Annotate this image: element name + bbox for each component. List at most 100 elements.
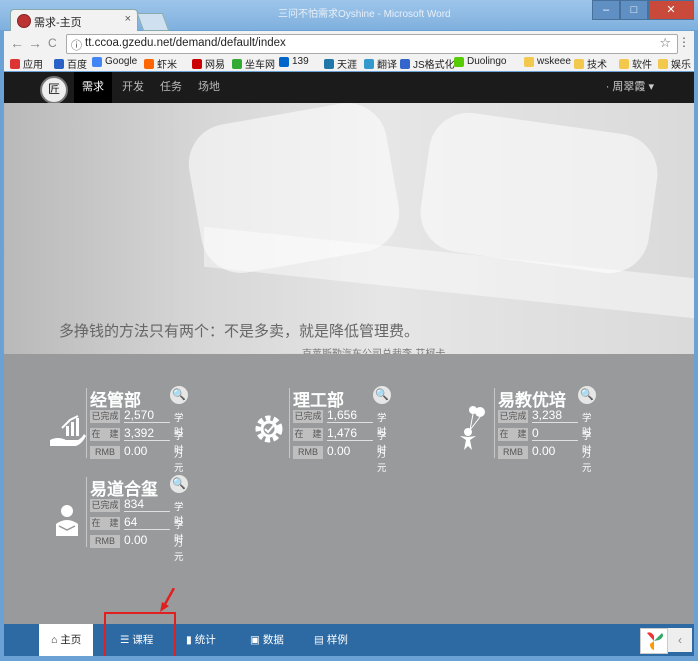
folder-icon [574, 58, 584, 69]
divider [327, 440, 373, 441]
home-icon: ⌂ [51, 634, 58, 646]
bookmark-label: wskeee [537, 56, 571, 67]
close-button[interactable]: ✕ [648, 0, 694, 20]
bookmark-label: 娱乐 [671, 60, 691, 71]
divider [124, 422, 170, 423]
browser-menu-icon[interactable]: ⋮ [678, 35, 690, 49]
info-icon[interactable]: ⓘ [71, 37, 82, 53]
folder-icon [524, 56, 534, 67]
tab-title: 需求-主页 [34, 17, 82, 29]
divider [532, 440, 578, 441]
bottom-nav-label: 主页 [60, 634, 82, 646]
gear-icon [252, 412, 286, 451]
maximize-button[interactable]: □ [620, 0, 648, 20]
bookmark-label: Duolingo [467, 56, 507, 67]
search-icon[interactable]: 🔍 [170, 475, 188, 493]
divider [86, 477, 87, 547]
hand-chart-icon [48, 414, 88, 455]
stat-value: 1,476 [327, 426, 358, 440]
search-icon[interactable]: 🔍 [170, 386, 188, 404]
bookmark-label: 技术 [587, 60, 607, 71]
bookmark-item[interactable]: 娱乐 [658, 56, 691, 71]
back-button[interactable]: ← [10, 35, 24, 51]
stat-value: 834 [124, 497, 145, 511]
user-menu[interactable]: · 周翠霞 ▾ [606, 72, 654, 103]
stat-label: 在 建 [90, 517, 120, 530]
stat-label: RMB [293, 446, 323, 459]
bookmark-favicon-icon [364, 58, 374, 69]
bookmark-item[interactable]: JS格式化 [400, 56, 455, 71]
bookmark-label: JS格式化 [413, 60, 455, 71]
stat-value: 0.00 [124, 533, 148, 547]
bookmark-label: 应用 [23, 60, 43, 71]
bookmark-favicon-icon [192, 58, 202, 69]
title-bar: 需求-主页 × 三问不怕需求Oyshine - Microsoft Word –… [0, 0, 698, 32]
stat-label: 在 建 [293, 428, 323, 441]
divider [289, 388, 290, 458]
bookmark-label: 网易 [205, 60, 225, 71]
bookmark-item[interactable]: Duolingo [454, 56, 506, 67]
nav-item-venue[interactable]: 场地 [190, 72, 228, 103]
bookmark-item[interactable]: 软件 [619, 56, 652, 71]
bottom-nav-data[interactable]: ▣ 数据 [250, 624, 284, 656]
yi-logo-icon[interactable] [640, 628, 668, 654]
stat-unit: 万元 [582, 449, 592, 474]
folder-icon [658, 58, 668, 69]
bookmark-label: 百度 [67, 60, 87, 71]
divider [124, 511, 170, 512]
nav-item-develop[interactable]: 开发 [114, 72, 152, 103]
stat-value: 0 [532, 426, 539, 440]
browser-window: 需求-主页 × 三问不怕需求Oyshine - Microsoft Word –… [0, 0, 698, 661]
bookmark-item[interactable]: 天涯 [324, 56, 357, 71]
bookmark-item[interactable]: 坐车网 [232, 56, 275, 71]
hero-quote-author: ——克莱斯勒汽车公司总裁李·艾柯卡 [282, 345, 445, 354]
nav-item-demand[interactable]: 需求 [74, 72, 112, 103]
stat-label: RMB [498, 446, 528, 459]
url-text[interactable]: tt.ccoa.gzedu.net/demand/default/index [85, 37, 286, 49]
tab-close-icon[interactable]: × [125, 13, 131, 25]
window-controls: – □ ✕ [592, 0, 694, 20]
bookmark-item[interactable]: 百度 [54, 56, 87, 71]
new-tab-button[interactable] [136, 13, 170, 31]
search-icon[interactable]: 🔍 [578, 386, 596, 404]
bookmark-label: 坐车网 [245, 60, 275, 71]
bookmark-item[interactable]: 应用 [10, 56, 43, 71]
bookmark-favicon-icon [454, 56, 464, 67]
address-bar[interactable]: ⓘ tt.ccoa.gzedu.net/demand/default/index… [66, 34, 678, 54]
bottom-nav-home[interactable]: ⌂ 主页 [39, 624, 94, 656]
stat-unit: 万元 [174, 538, 184, 563]
divider [327, 422, 373, 423]
bookmark-label: 139 [292, 56, 309, 67]
bookmark-item[interactable]: 网易 [192, 56, 225, 71]
search-icon[interactable]: 🔍 [373, 386, 391, 404]
site-logo[interactable]: 匠 [40, 76, 68, 104]
bookmark-item[interactable]: Google [92, 56, 137, 67]
bookmark-label: 软件 [632, 60, 652, 71]
bookmark-star-icon[interactable]: ☆ [659, 35, 671, 51]
briefcase-icon: ▣ [250, 634, 260, 646]
stat-label: 已完成 [90, 410, 120, 423]
bottom-nav-sample[interactable]: ▤ 样例 [314, 624, 348, 656]
bottom-nav-label: 样例 [326, 634, 348, 646]
reader-icon [54, 504, 80, 541]
collapse-button[interactable]: ‹ [668, 628, 692, 652]
bookmark-favicon-icon [92, 56, 102, 67]
divider [124, 529, 170, 530]
reload-button[interactable]: C [48, 36, 57, 50]
forward-button[interactable]: → [28, 35, 42, 51]
bookmark-favicon-icon [400, 58, 410, 69]
stat-label: 已完成 [90, 499, 120, 512]
bookmark-item[interactable]: 翻译 [364, 56, 397, 71]
bookmark-item[interactable]: wskeee [524, 56, 571, 67]
bookmark-favicon-icon [54, 58, 64, 69]
stat-label: 在 建 [90, 428, 120, 441]
bookmark-item[interactable]: 技术 [574, 56, 607, 71]
bottom-nav-stats[interactable]: ▮ 统计 [186, 624, 216, 656]
window-icon: ▤ [314, 634, 324, 646]
bottom-nav-label: 数据 [262, 634, 284, 646]
minimize-button[interactable]: – [592, 0, 620, 20]
nav-item-task[interactable]: 任务 [152, 72, 190, 103]
bookmark-item[interactable]: 虾米 [144, 56, 177, 71]
bookmark-item[interactable]: 139 [279, 56, 309, 67]
tab-active[interactable]: 需求-主页 × [10, 9, 138, 32]
